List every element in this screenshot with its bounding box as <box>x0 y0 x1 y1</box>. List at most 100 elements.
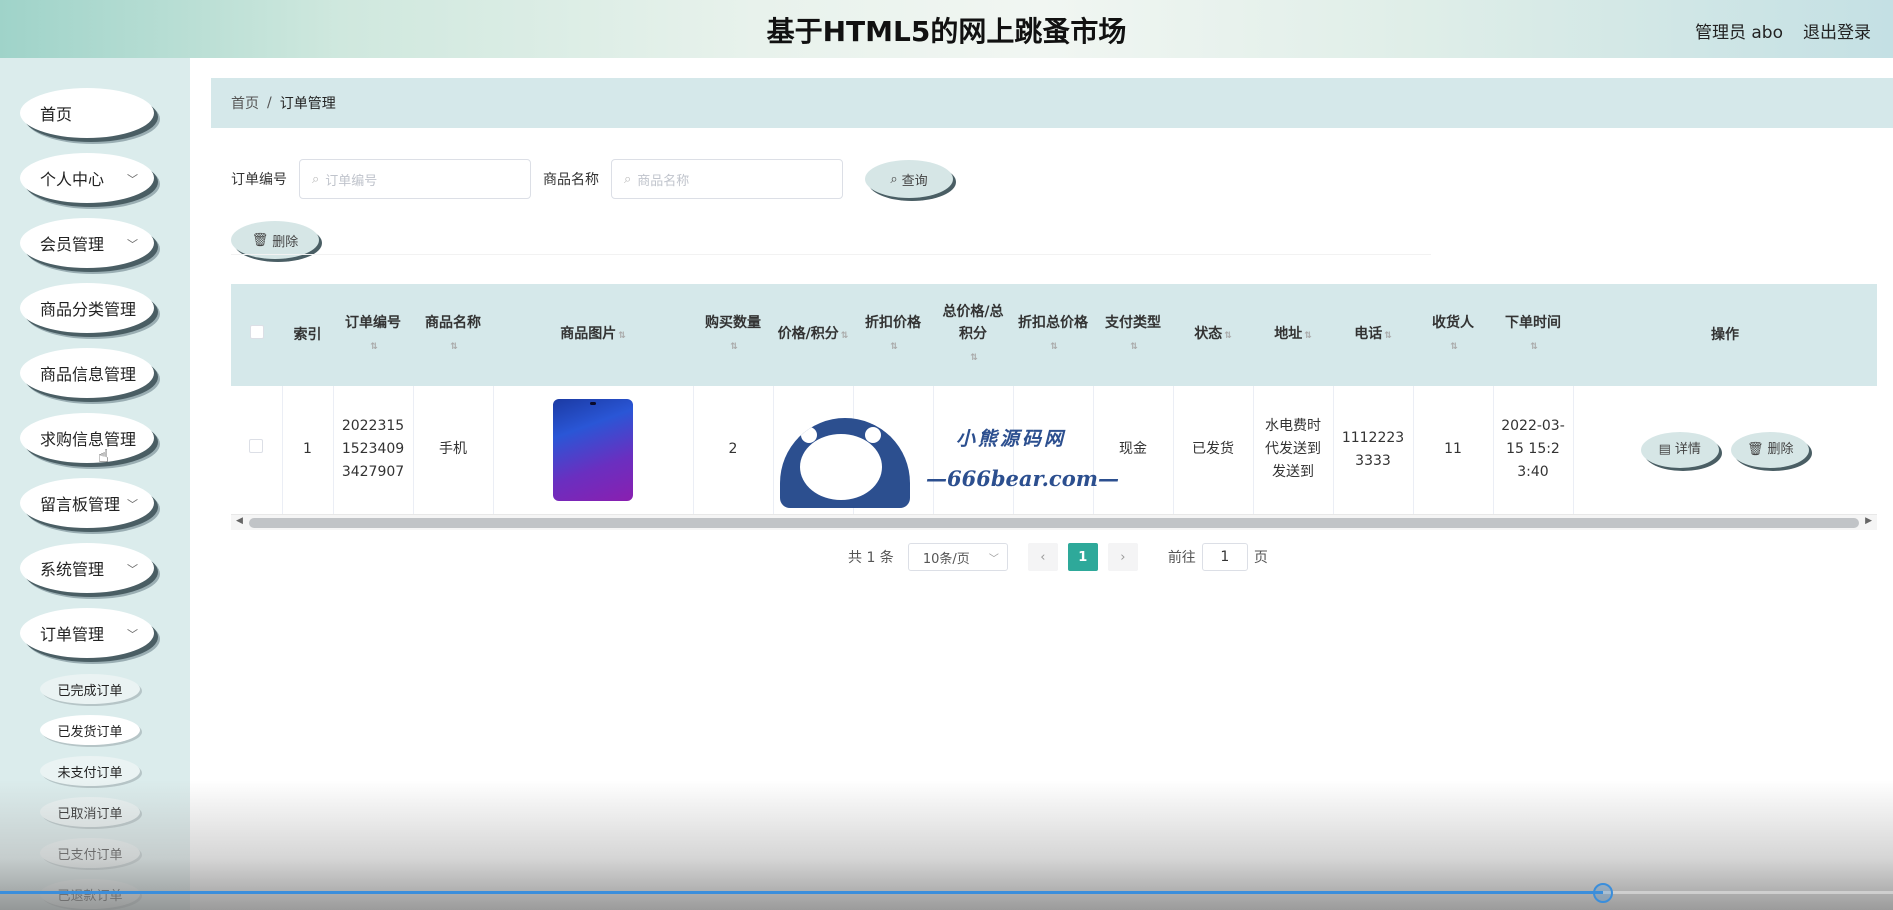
cell-product-name: 手机 <box>413 386 494 514</box>
breadcrumb-home[interactable]: 首页 <box>231 93 259 113</box>
chevron-down-icon: ﹀ <box>127 238 138 251</box>
sidebar-item-system-management[interactable]: 系统管理 ﹀ <box>20 543 154 593</box>
order-no-input[interactable]: ⌕ 订单编号 <box>299 159 531 199</box>
row-delete-button[interactable]: 🗑 删除 <box>1731 431 1810 468</box>
sort-icon[interactable]: ⇅ <box>1224 325 1232 347</box>
cell-quantity: 2 <box>693 386 774 514</box>
column-header-order-time[interactable]: 下单时间 ⇅ <box>1493 284 1573 386</box>
sort-icon[interactable]: ⇅ <box>1050 336 1058 358</box>
detail-button[interactable]: ▤ 详情 <box>1640 431 1719 468</box>
sidebar-item-member-management[interactable]: 会员管理 ﹀ <box>20 218 154 268</box>
column-header-payment-type[interactable]: 支付类型 ⇅ <box>1093 284 1173 386</box>
column-header-price[interactable]: 价格/积分 ⇅ <box>773 284 853 386</box>
column-header-label: 支付类型 <box>1105 315 1161 331</box>
sidebar-item-product-management[interactable]: 商品信息管理 <box>20 348 154 398</box>
scrollbar-thumb[interactable] <box>249 518 1859 528</box>
cell-phone: 11122233333 <box>1333 386 1414 514</box>
column-header-total-price[interactable]: 总价格/总积分 ⇅ <box>933 284 1013 386</box>
sidebar-item-wanted-management[interactable]: 求购信息管理 <box>20 413 154 463</box>
select-all-cell <box>231 284 282 386</box>
row-checkbox[interactable] <box>249 439 264 454</box>
sort-icon[interactable]: ⇅ <box>890 336 898 358</box>
sort-icon[interactable]: ⇅ <box>1130 336 1138 358</box>
column-header-index: 索引 <box>282 284 333 386</box>
sidebar-item-personal-center[interactable]: 个人中心 ﹀ <box>20 153 154 203</box>
next-page-button[interactable]: › <box>1107 543 1138 571</box>
product-name-input[interactable]: ⌕ 商品名称 <box>611 159 843 199</box>
page-size-select[interactable]: 10条/页 ﹀ <box>907 543 1008 571</box>
sidebar-item-label: 求购信息管理 <box>40 430 137 449</box>
total-count: 共 1 条 <box>848 550 894 566</box>
column-header-label: 折扣总价格 <box>1018 315 1088 331</box>
column-header-label: 订单编号 <box>345 315 401 331</box>
sort-icon[interactable]: ⇅ <box>1304 325 1312 347</box>
sidebar-item-label: 留言板管理 <box>40 495 121 514</box>
column-header-label: 收货人 <box>1432 315 1474 331</box>
page-title: 基于HTML5的网上跳蚤市场 <box>766 15 1127 48</box>
submenu-item-label: 已发货订单 <box>57 724 123 740</box>
sort-icon[interactable]: ⇅ <box>841 325 849 347</box>
submenu-item-cancelled-orders[interactable]: 已取消订单 <box>40 797 140 827</box>
bear-logo-icon <box>780 418 910 508</box>
page-number-1[interactable]: 1 <box>1067 543 1098 571</box>
submenu-item-shipped-orders[interactable]: 已发货订单 <box>40 715 140 745</box>
column-header-discount-total[interactable]: 折扣总价格 ⇅ <box>1013 284 1093 386</box>
row-delete-label: 删除 <box>1767 442 1794 458</box>
logout-link[interactable]: 退出登录 <box>1803 18 1871 43</box>
goto-suffix: 页 <box>1253 550 1268 566</box>
column-header-product-image[interactable]: 商品图片 ⇅ <box>493 284 693 386</box>
query-button[interactable]: ⌕ 查询 <box>865 160 953 198</box>
sort-icon[interactable]: ⇅ <box>450 336 458 358</box>
sort-icon[interactable]: ⇅ <box>1450 336 1458 358</box>
column-header-label: 索引 <box>293 327 322 343</box>
product-image[interactable] <box>553 398 633 501</box>
sidebar-item-category-management[interactable]: 商品分类管理 <box>20 283 154 333</box>
sidebar-item-order-management[interactable]: 订单管理 ﹀ <box>20 608 154 658</box>
row-select-cell <box>231 386 283 514</box>
submenu-item-paid-orders[interactable]: 已支付订单 <box>40 838 140 868</box>
column-header-address[interactable]: 地址 ⇅ <box>1253 284 1333 386</box>
cell-order-no: 20223151523409 3427907 <box>333 386 414 514</box>
product-name-label: 商品名称 <box>543 172 599 188</box>
sort-icon[interactable]: ⇅ <box>370 336 378 358</box>
video-progress-knob[interactable] <box>1593 883 1614 903</box>
prev-page-button[interactable]: ‹ <box>1027 543 1058 571</box>
submenu-item-label: 已完成订单 <box>57 683 123 699</box>
sort-icon[interactable]: ⇅ <box>730 336 738 358</box>
bulk-delete-label: 删除 <box>272 234 299 250</box>
sort-icon[interactable]: ⇅ <box>618 325 626 347</box>
column-header-quantity[interactable]: 购买数量 ⇅ <box>693 284 773 386</box>
submenu-item-label: 已取消订单 <box>57 806 123 822</box>
column-header-receiver[interactable]: 收货人 ⇅ <box>1413 284 1493 386</box>
order-no-label: 订单编号 <box>231 172 287 188</box>
sort-icon[interactable]: ⇅ <box>970 347 978 369</box>
pagination: 共 1 条 10条/页 ﹀ ‹ 1 › 前往 1 页 <box>848 543 1268 571</box>
select-all-checkbox[interactable] <box>249 325 264 339</box>
video-progress-bar[interactable] <box>0 883 1893 903</box>
detail-button-label: 详情 <box>1674 442 1701 458</box>
scroll-right-icon[interactable]: ▶ <box>1865 516 1872 526</box>
sidebar-item-home[interactable]: 首页 <box>20 88 154 138</box>
submenu-item-label: 已支付订单 <box>57 847 123 863</box>
scroll-left-icon[interactable]: ◀ <box>236 516 243 526</box>
sort-icon[interactable]: ⇅ <box>1530 336 1538 358</box>
column-header-discount-price[interactable]: 折扣价格 ⇅ <box>853 284 933 386</box>
trash-icon: 🗑 <box>251 232 269 248</box>
submenu-item-completed-orders[interactable]: 已完成订单 <box>40 674 140 704</box>
sidebar-item-message-board[interactable]: 留言板管理 ﹀ <box>20 478 154 528</box>
goto-page-input[interactable]: 1 <box>1201 543 1248 571</box>
column-header-phone[interactable]: 电话 ⇅ <box>1333 284 1413 386</box>
table-scrollbar[interactable]: ◀ ▶ <box>231 514 1877 530</box>
column-header-label: 商品图片 <box>560 326 617 342</box>
column-header-order-no[interactable]: 订单编号 ⇅ <box>333 284 413 386</box>
chevron-down-icon: ﹀ <box>127 563 138 576</box>
column-header-status[interactable]: 状态 ⇅ <box>1173 284 1253 386</box>
submenu-item-unpaid-orders[interactable]: 未支付订单 <box>40 756 140 786</box>
submenu-item-refunded-orders[interactable]: 已退款订单 <box>40 879 140 909</box>
column-header-product-name[interactable]: 商品名称 ⇅ <box>413 284 493 386</box>
cell-product-image <box>493 386 694 514</box>
sort-icon[interactable]: ⇅ <box>1384 325 1392 347</box>
sidebar-item-label: 商品分类管理 <box>40 300 137 319</box>
search-icon: ⌕ <box>890 171 898 187</box>
table-header-row: 索引 订单编号 ⇅ 商品名称 ⇅ 商品图片 ⇅ 购买数量 ⇅ 价格/积分 ⇅ 折扣价格 ⇅ … <box>231 284 1877 386</box>
